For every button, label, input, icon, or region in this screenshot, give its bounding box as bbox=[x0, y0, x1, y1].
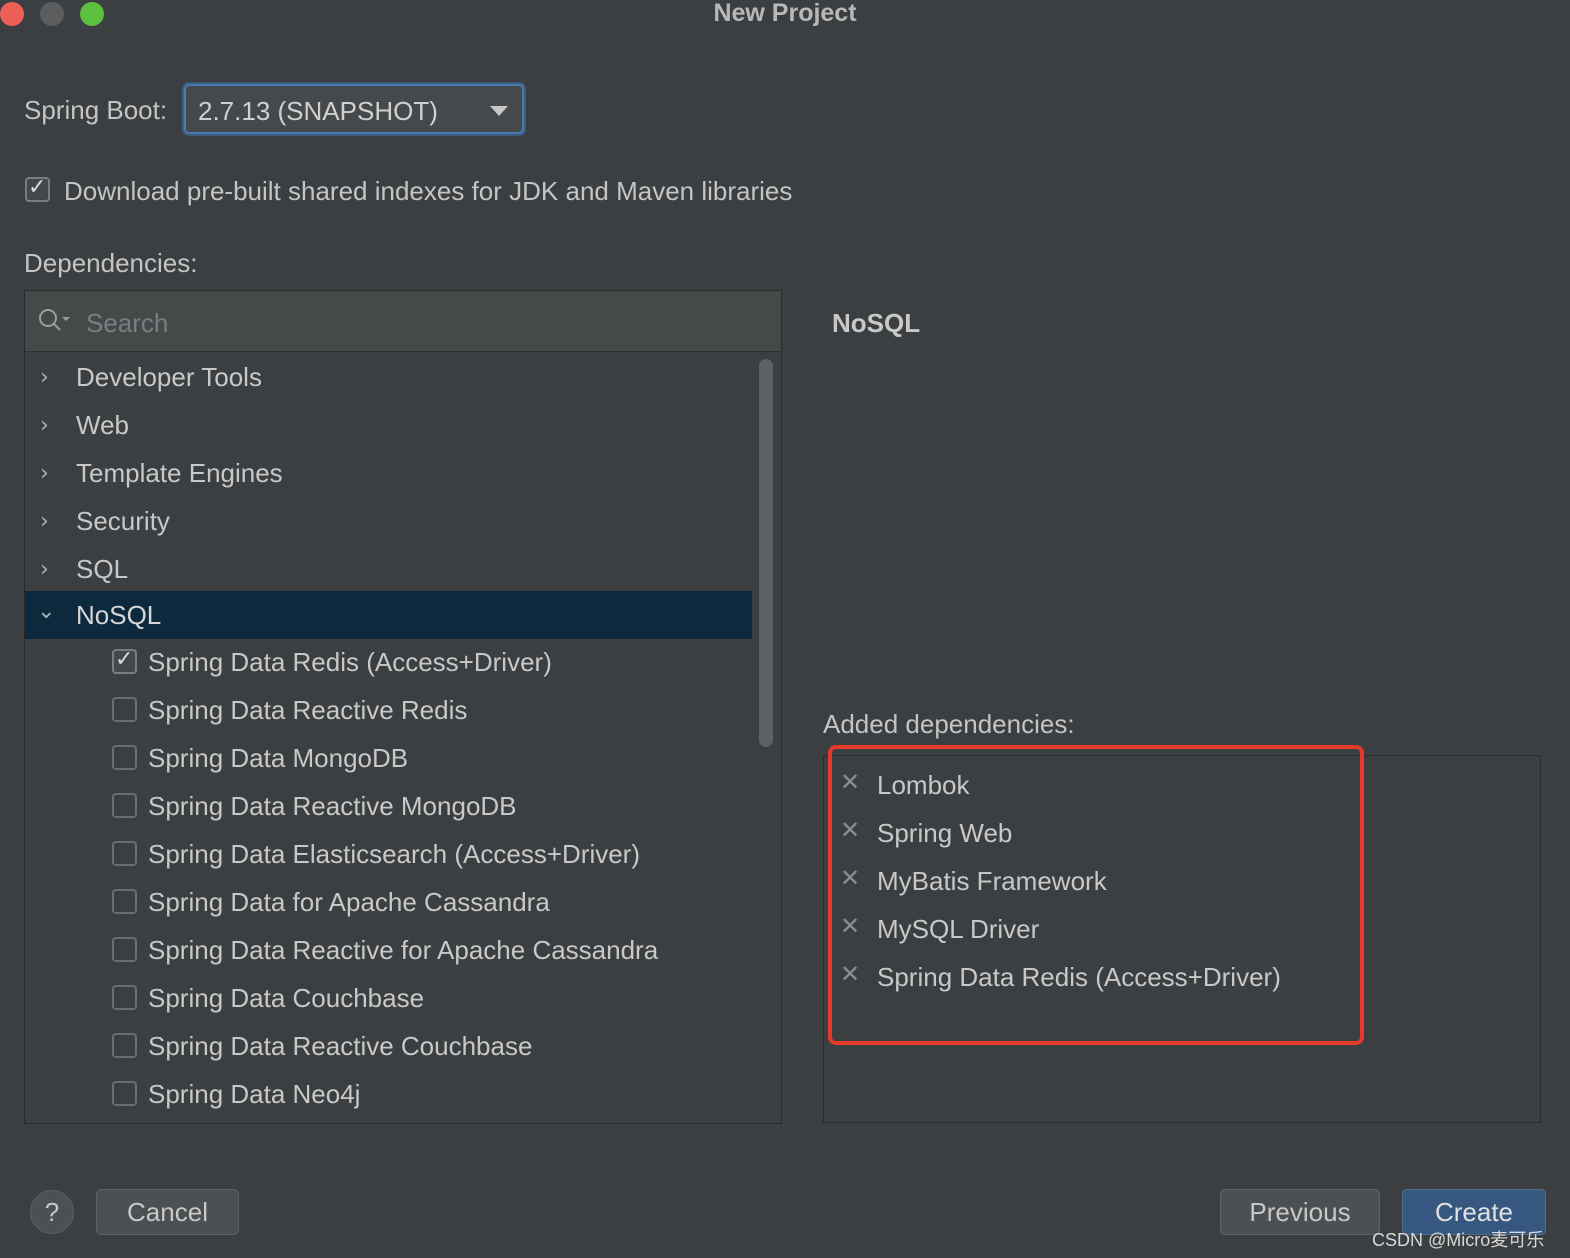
tree-scrollbar[interactable] bbox=[759, 359, 773, 747]
detail-heading: NoSQL bbox=[832, 308, 921, 338]
dependency-label: Spring Data Neo4j bbox=[148, 1079, 361, 1109]
dependency-row[interactable]: Spring Data for Apache Cassandra bbox=[25, 879, 752, 927]
dependency-row[interactable]: ✓ Spring Data Redis (Access+Driver) bbox=[25, 639, 752, 687]
category-web[interactable]: › Web bbox=[25, 401, 752, 449]
category-label: Security bbox=[76, 506, 170, 536]
dependency-checkbox[interactable] bbox=[112, 841, 137, 866]
dependency-row[interactable]: Spring Data Couchbase bbox=[25, 975, 752, 1023]
window-title: New Project bbox=[713, 0, 857, 27]
previous-button[interactable]: Previous bbox=[1220, 1189, 1380, 1235]
category-security[interactable]: › Security bbox=[25, 497, 752, 545]
dropdown-arrow-icon bbox=[490, 106, 508, 116]
dependency-checkbox[interactable] bbox=[112, 937, 137, 962]
dependency-checkbox[interactable] bbox=[112, 1033, 137, 1058]
category-sql[interactable]: › SQL bbox=[25, 545, 752, 593]
chevron-right-icon[interactable]: › bbox=[40, 557, 49, 582]
annotation-highlight-box bbox=[828, 745, 1364, 1045]
category-template-engines[interactable]: › Template Engines bbox=[25, 449, 752, 497]
dependency-row[interactable]: Spring Data Elasticsearch (Access+Driver… bbox=[25, 831, 752, 879]
dependency-label: Spring Data Reactive MongoDB bbox=[148, 791, 517, 821]
dependency-label: Spring Data Reactive for Apache Cassandr… bbox=[148, 935, 659, 965]
dependencies-tree: Search › Developer Tools › Web › Templat… bbox=[24, 290, 782, 1124]
dependency-row[interactable]: Spring Data Reactive for Apache Cassandr… bbox=[25, 927, 752, 975]
dependencies-label: Dependencies: bbox=[24, 248, 198, 278]
category-label: NoSQL bbox=[76, 600, 162, 630]
added-dependencies-label: Added dependencies: bbox=[823, 709, 1075, 739]
category-nosql[interactable]: ⌄ NoSQL bbox=[25, 591, 752, 639]
dependency-row[interactable]: Spring Data Reactive MongoDB bbox=[25, 783, 752, 831]
category-developer-tools[interactable]: › Developer Tools bbox=[25, 353, 752, 401]
dependency-checkbox[interactable] bbox=[112, 889, 137, 914]
chevron-right-icon[interactable]: › bbox=[40, 461, 49, 486]
cancel-button[interactable]: Cancel bbox=[96, 1189, 239, 1235]
spring-boot-version-value: 2.7.13 (SNAPSHOT) bbox=[198, 96, 438, 126]
dependency-row[interactable]: Spring Data MongoDB bbox=[25, 735, 752, 783]
dependency-label: Spring Data for Apache Cassandra bbox=[148, 887, 550, 917]
category-label: SQL bbox=[76, 554, 129, 584]
dependency-checkbox[interactable] bbox=[112, 985, 137, 1010]
chevron-right-icon[interactable]: › bbox=[40, 413, 49, 438]
checkmark-icon: ✓ bbox=[28, 175, 47, 200]
spring-boot-version-select[interactable]: 2.7.13 (SNAPSHOT) bbox=[184, 84, 524, 134]
chevron-right-icon[interactable]: › bbox=[40, 365, 49, 390]
download-indexes-checkbox[interactable]: ✓ bbox=[25, 175, 50, 202]
chevron-down-icon[interactable]: ⌄ bbox=[37, 599, 55, 624]
dependency-row[interactable]: Spring Data Reactive Couchbase bbox=[25, 1023, 752, 1071]
dependency-label: Spring Data Couchbase bbox=[148, 983, 425, 1013]
category-label: Developer Tools bbox=[76, 362, 262, 392]
dependency-checkbox[interactable] bbox=[112, 793, 137, 818]
download-indexes-label[interactable]: Download pre-built shared indexes for JD… bbox=[64, 176, 792, 207]
category-label: Web bbox=[76, 410, 129, 440]
search-icon bbox=[39, 309, 70, 331]
dependency-checkbox[interactable] bbox=[112, 1081, 137, 1106]
dependency-label: Spring Data Redis (Access+Driver) bbox=[148, 647, 552, 677]
watermark-text: CSDN @Micro麦可乐 bbox=[1372, 1230, 1545, 1250]
dependency-checkbox[interactable]: ✓ bbox=[112, 647, 137, 674]
search-placeholder: Search bbox=[86, 308, 169, 338]
dependency-label: Spring Data Reactive Couchbase bbox=[148, 1031, 533, 1061]
help-button[interactable]: ? bbox=[30, 1190, 74, 1234]
dependency-label: Spring Data Elasticsearch (Access+Driver… bbox=[148, 839, 640, 869]
spring-boot-label: Spring Boot: bbox=[24, 95, 168, 125]
dependency-row[interactable]: Spring Data Neo4j bbox=[25, 1071, 752, 1119]
dependency-label: Spring Data MongoDB bbox=[148, 743, 409, 773]
category-label: Template Engines bbox=[76, 458, 283, 488]
dependency-label: Spring Data Reactive Redis bbox=[148, 695, 468, 725]
checkmark-icon: ✓ bbox=[115, 647, 134, 672]
dependency-checkbox[interactable] bbox=[112, 745, 137, 770]
dependency-row[interactable]: Spring Data Reactive Redis bbox=[25, 687, 752, 735]
dependency-checkbox[interactable] bbox=[112, 697, 137, 722]
dependency-search-field[interactable]: Search bbox=[25, 291, 781, 352]
chevron-right-icon[interactable]: › bbox=[40, 509, 49, 534]
